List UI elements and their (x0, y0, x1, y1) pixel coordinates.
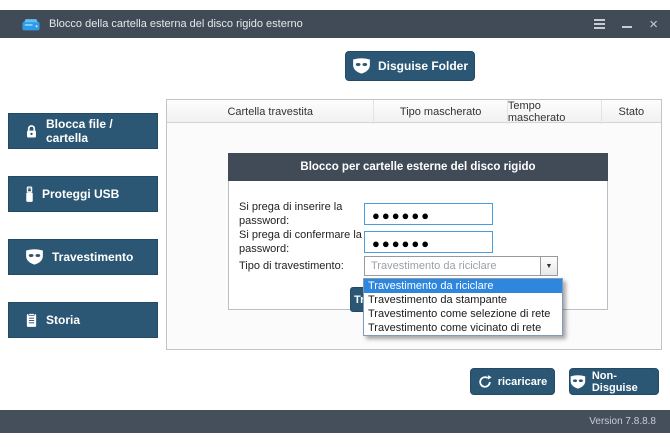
column-header-type[interactable]: Tipo mascherato (374, 100, 507, 124)
mask-icon (25, 249, 44, 265)
disguise-folder-button[interactable]: Disguise Folder (345, 51, 475, 81)
refresh-icon (478, 375, 492, 389)
chevron-down-icon[interactable]: ▼ (540, 257, 557, 275)
sidebar-item-label: Proteggi USB (42, 187, 119, 201)
title-bar: Blocco della cartella esterna del disco … (0, 10, 670, 38)
disguise-type-selected-value: Travestimento da riciclare (365, 257, 540, 275)
undisguise-label: Non-Disguise (592, 370, 658, 394)
confirm-password-input[interactable]: ●●●●●● (364, 231, 493, 253)
sidebar-item-disguise[interactable]: Travestimento (8, 239, 158, 275)
dropdown-option-printer[interactable]: Travestimento da stampante (364, 293, 562, 307)
dropdown-option-network-neighborhood[interactable]: Travestimento come vicinato di rete (364, 321, 562, 335)
usb-icon (25, 186, 34, 203)
version-label: Version 7.8.8.8 (589, 416, 656, 427)
minimize-icon[interactable] (622, 26, 632, 28)
disguise-folder-label: Disguise Folder (378, 59, 468, 73)
status-bar: Version 7.8.8.8 (0, 410, 670, 433)
sidebar-item-label: Storia (46, 313, 80, 327)
dialog-title-bar: Blocco per cartelle esterne del disco ri… (228, 153, 608, 181)
app-disk-icon (22, 18, 40, 31)
reload-label: ricaricare (498, 376, 548, 388)
sidebar-item-protect-usb[interactable]: Proteggi USB (8, 176, 158, 212)
disguise-type-dropdown-list: Travestimento da riciclare Travestimento… (363, 278, 563, 336)
disguise-type-select[interactable]: Travestimento da riciclare ▼ (364, 256, 558, 276)
mask-icon (352, 58, 371, 74)
lock-icon (25, 124, 38, 139)
confirm-password-label: Si prega di confermare la password: (239, 229, 364, 257)
sidebar-item-label: Travestimento (52, 250, 133, 264)
dialog-title: Blocco per cartelle esterne del disco ri… (300, 161, 535, 173)
column-header-folder[interactable]: Cartella travestita (167, 100, 374, 124)
password-label: Si prega di inserire la password: (239, 201, 364, 229)
reload-button[interactable]: ricaricare (470, 368, 555, 395)
mask-icon (570, 375, 586, 389)
sidebar-item-lock-file-folder[interactable]: Blocca file / cartella (8, 113, 158, 149)
column-header-status[interactable]: Stato (602, 100, 661, 124)
close-icon[interactable]: × (649, 17, 658, 32)
dropdown-option-network-selection[interactable]: Travestimento come selezione di rete (364, 307, 562, 321)
history-icon (25, 313, 38, 328)
window-controls: × (594, 10, 658, 38)
disguise-type-label: Tipo di travestimento: (239, 260, 364, 274)
window-title: Blocco della cartella esterna del disco … (49, 18, 303, 30)
sidebar-item-label: Blocca file / cartella (46, 117, 157, 145)
table-header-row: Cartella travestita Tipo mascherato Temp… (167, 100, 661, 123)
app-window: Blocco della cartella esterna del disco … (0, 0, 670, 447)
password-input[interactable]: ●●●●●● (364, 203, 493, 225)
menu-icon[interactable] (594, 19, 605, 29)
sidebar-item-history[interactable]: Storia (8, 302, 158, 338)
column-header-time[interactable]: Tempo mascherato (508, 100, 602, 124)
undisguise-button[interactable]: Non-Disguise (569, 368, 659, 395)
dropdown-option-recycle[interactable]: Travestimento da riciclare (364, 279, 562, 293)
